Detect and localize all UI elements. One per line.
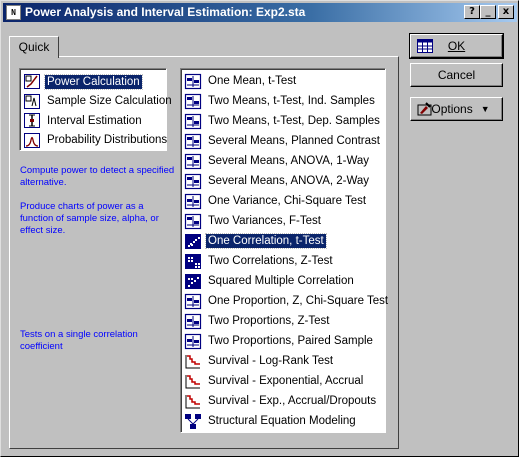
category-item[interactable]: Power Calculation bbox=[22, 72, 164, 92]
two-variances-icon bbox=[183, 212, 203, 230]
category-item-label: Interval Estimation bbox=[47, 114, 142, 127]
test-item-label: Two Variances, F-Test bbox=[208, 215, 321, 227]
anova-1way-icon bbox=[183, 152, 203, 170]
category-description: Compute power to detect a specified alte… bbox=[20, 165, 175, 188]
test-item-label: One Variance, Chi-Square Test bbox=[208, 195, 367, 207]
test-item[interactable]: Two Proportions, Paired Sample bbox=[183, 331, 383, 351]
test-item[interactable]: Structural Equation Modeling bbox=[183, 411, 383, 431]
two-proportions-icon bbox=[183, 312, 203, 330]
test-item[interactable]: Survival - Exp., Accrual/Dropouts bbox=[183, 391, 383, 411]
test-item-label: Several Means, Planned Contrast bbox=[208, 135, 380, 147]
survival-curve-icon bbox=[183, 352, 203, 370]
test-item[interactable]: Two Variances, F-Test bbox=[183, 211, 383, 231]
test-item-label: Survival - Log-Rank Test bbox=[208, 355, 334, 367]
ok-button[interactable]: OK bbox=[409, 33, 504, 59]
test-item-label: Structural Equation Modeling bbox=[208, 415, 356, 427]
app-icon[interactable]: N bbox=[6, 5, 21, 20]
test-item[interactable]: Several Means, ANOVA, 2-Way bbox=[183, 171, 383, 191]
test-item[interactable]: Two Proportions, Z-Test bbox=[183, 311, 383, 331]
sample-size-icon bbox=[22, 92, 42, 110]
dialog-window: N Power Analysis and Interval Estimation… bbox=[0, 0, 519, 457]
cancel-label: Cancel bbox=[437, 68, 476, 82]
two-means-dep-icon bbox=[183, 112, 203, 130]
test-item-label: Two Means, t-Test, Ind. Samples bbox=[208, 95, 375, 107]
test-item-label: Two Correlations, Z-Test bbox=[208, 255, 333, 267]
test-item[interactable]: Two Correlations, Z-Test bbox=[183, 251, 383, 271]
help-button[interactable]: ? bbox=[464, 5, 480, 19]
sem-icon bbox=[183, 412, 203, 430]
test-item[interactable]: One Variance, Chi-Square Test bbox=[183, 191, 383, 211]
ok-table-icon bbox=[417, 39, 433, 56]
category-item[interactable]: Interval Estimation bbox=[22, 111, 164, 131]
category-item-label: Probability Distributions bbox=[47, 134, 168, 147]
test-item[interactable]: Several Means, Planned Contrast bbox=[183, 131, 383, 151]
title-bar[interactable]: N Power Analysis and Interval Estimation… bbox=[3, 3, 517, 22]
two-means-ind-icon bbox=[183, 92, 203, 110]
category-item[interactable]: Sample Size Calculation bbox=[22, 92, 172, 112]
test-item-label: Squared Multiple Correlation bbox=[208, 275, 354, 287]
test-item[interactable]: Several Means, ANOVA, 1-Way bbox=[183, 151, 383, 171]
category-list[interactable]: Power Calculation Sample Size Calculation… bbox=[19, 68, 172, 151]
one-mean-icon bbox=[183, 72, 203, 90]
one-correlation-icon bbox=[183, 232, 203, 250]
test-description: Tests on a single correlation coefficien… bbox=[20, 329, 138, 352]
two-correlations-icon bbox=[183, 252, 203, 270]
category-item-label: Power Calculation bbox=[44, 73, 143, 90]
chart-description: Produce charts of power as a function of… bbox=[20, 201, 159, 236]
test-list[interactable]: One Mean, t-Test Two Means, t-Test, Ind. … bbox=[180, 68, 388, 433]
test-item-label: Survival - Exp., Accrual/Dropouts bbox=[208, 395, 377, 407]
options-label: Options bbox=[431, 102, 473, 116]
interval-icon bbox=[22, 112, 42, 130]
test-item[interactable]: Two Means, t-Test, Ind. Samples bbox=[183, 91, 383, 111]
one-proportion-icon bbox=[183, 292, 203, 310]
test-item[interactable]: One Mean, t-Test bbox=[183, 71, 383, 91]
test-item[interactable]: One Correlation, t-Test bbox=[183, 231, 383, 251]
minimize-button[interactable]: _ bbox=[480, 5, 496, 19]
survival-curve-icon bbox=[183, 372, 203, 390]
survival-curve-icon bbox=[183, 392, 203, 410]
category-item-label: Sample Size Calculation bbox=[47, 95, 172, 108]
ok-label: OK bbox=[447, 39, 466, 53]
test-item[interactable]: Survival - Log-Rank Test bbox=[183, 351, 383, 371]
test-item-label: Several Means, ANOVA, 2-Way bbox=[208, 175, 370, 187]
category-item[interactable]: Probability Distributions bbox=[22, 131, 167, 151]
test-item-label: Two Proportions, Paired Sample bbox=[208, 335, 373, 347]
one-variance-icon bbox=[183, 192, 203, 210]
close-button[interactable]: x bbox=[498, 5, 514, 19]
planned-contrast-icon bbox=[183, 132, 203, 150]
test-item-label: Several Means, ANOVA, 1-Way bbox=[208, 155, 370, 167]
test-item-label: Two Proportions, Z-Test bbox=[208, 315, 330, 327]
test-item-label: Two Means, t-Test, Dep. Samples bbox=[208, 115, 380, 127]
options-icon bbox=[417, 101, 433, 120]
dropdown-arrow-icon: ▼ bbox=[480, 104, 490, 114]
anova-2way-icon bbox=[183, 172, 203, 190]
test-item-label: Survival - Exponential, Accrual bbox=[208, 375, 364, 387]
test-item-label: One Mean, t-Test bbox=[208, 75, 297, 87]
test-item[interactable]: Squared Multiple Correlation bbox=[183, 271, 383, 291]
window-title: Power Analysis and Interval Estimation: … bbox=[25, 5, 306, 19]
power-calc-icon bbox=[22, 73, 42, 91]
test-item[interactable]: Survival - Exponential, Accrual bbox=[183, 371, 383, 391]
multiple-correlation-icon bbox=[183, 272, 203, 290]
paired-proportions-icon bbox=[183, 332, 203, 350]
cancel-button[interactable]: Cancel bbox=[410, 63, 503, 87]
test-item[interactable]: One Proportion, Z, Chi-Square Test bbox=[183, 291, 388, 311]
test-item-label: One Proportion, Z, Chi-Square Test bbox=[208, 295, 389, 307]
distribution-icon bbox=[22, 131, 42, 149]
test-item[interactable]: Two Means, t-Test, Dep. Samples bbox=[183, 111, 383, 131]
test-item-label: One Correlation, t-Test bbox=[205, 233, 327, 249]
tab-quick[interactable]: Quick bbox=[9, 36, 59, 58]
options-button[interactable]: Options ▼ bbox=[410, 97, 503, 121]
